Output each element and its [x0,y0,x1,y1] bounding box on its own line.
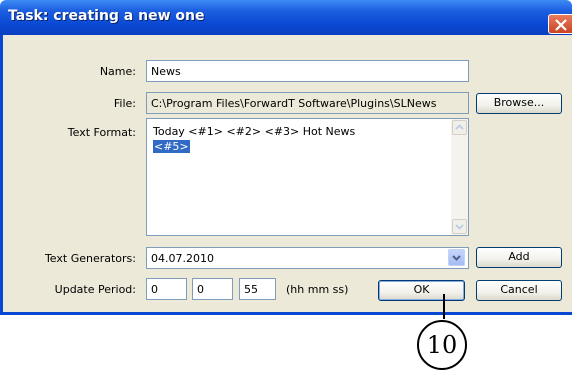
selected-text: <#5> [153,140,190,153]
minutes-input[interactable]: 0 [192,278,233,300]
close-icon [555,19,567,31]
scroll-down-button[interactable] [452,219,467,234]
dialog-title: Task: creating a new one [8,8,205,24]
text-format-textarea[interactable]: Today <#1> <#2> <#3> Hot News <#5> [146,118,469,236]
window-frame-bottom [0,312,572,315]
task-dialog: Task: creating a new one Name: News File… [0,0,572,315]
dropdown-button[interactable] [448,249,465,266]
name-input[interactable]: News [146,60,469,82]
callout-number: 10 [417,320,467,370]
add-button[interactable]: Add [476,247,562,268]
scroll-up-icon [455,124,464,130]
time-units-label: (hh mm ss) [286,283,349,296]
browse-button[interactable]: Browse... [476,93,562,114]
file-label: File: [113,97,136,110]
scroll-down-icon [455,224,464,230]
text-format-line: Today <#1> <#2> <#3> Hot News [153,125,356,138]
chevron-down-icon [452,255,461,261]
update-period-label: Update Period: [54,283,136,296]
vertical-scrollbar[interactable] [451,119,468,235]
text-format-label: Text Format: [67,126,136,139]
text-generators-label: Text Generators: [44,252,136,265]
title-bar[interactable]: Task: creating a new one [0,0,572,35]
name-label: Name: [99,65,136,78]
hours-input[interactable]: 0 [146,278,187,300]
close-button[interactable] [548,14,572,34]
scroll-up-button[interactable] [452,120,467,135]
file-path-field[interactable]: C:\Program Files\ForwardT Software\Plugi… [146,92,469,114]
ok-button[interactable]: OK [378,280,465,301]
callout-pointer [443,294,445,319]
text-generators-select[interactable]: 04.07.2010 [146,247,469,269]
seconds-input[interactable]: 55 [239,278,276,300]
cancel-button[interactable]: Cancel [476,280,562,301]
